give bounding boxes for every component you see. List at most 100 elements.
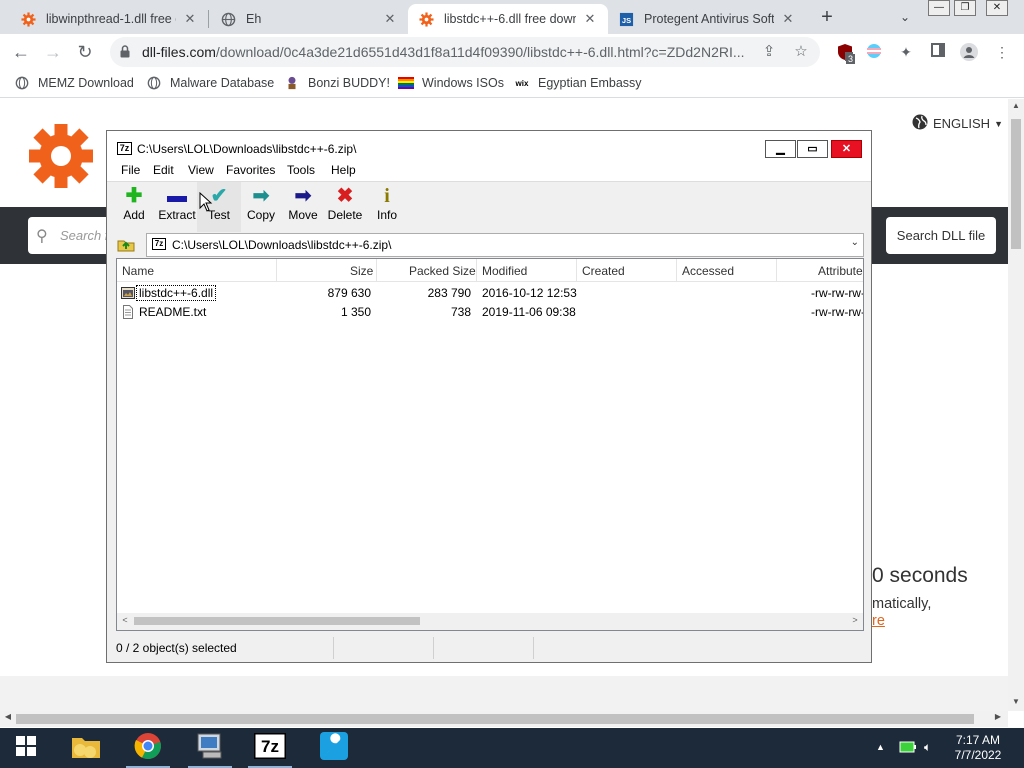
column-packed-size[interactable]: Packed Size (409, 264, 476, 278)
bookmark-memz[interactable]: MEMZ Download (14, 75, 134, 91)
chrome-icon (134, 732, 162, 765)
search-dll-button[interactable]: Search DLL file (886, 217, 996, 254)
file-list[interactable]: Name Size Packed Size Modified Created A… (116, 258, 864, 631)
tab-close-icon[interactable]: ✕ (382, 11, 398, 27)
scroll-thumb[interactable] (16, 714, 974, 724)
bookmark-malware-database[interactable]: Malware Database (146, 75, 274, 91)
close-icon[interactable]: ✕ (831, 140, 862, 158)
scroll-thumb[interactable] (1011, 119, 1021, 249)
column-size[interactable]: Size (350, 264, 373, 278)
menu-edit[interactable]: Edit (153, 163, 174, 177)
add-button[interactable]: ✚ Add (112, 182, 156, 232)
delete-button[interactable]: ✖ Delete (323, 182, 367, 232)
column-divider[interactable] (576, 259, 577, 282)
tray-overflow-chevron-icon[interactable]: ▲ (876, 742, 885, 752)
bookmark-star-icon[interactable]: ☆ (792, 43, 810, 61)
table-row[interactable]: libstdc++-6.dll 879 630 283 790 2016-10-… (117, 284, 863, 303)
folder-up-icon[interactable] (117, 236, 135, 254)
lock-icon[interactable] (120, 45, 130, 58)
share-icon[interactable]: ⇪ (760, 43, 778, 61)
new-tab-button[interactable]: + (816, 6, 838, 28)
tab-close-icon[interactable]: ✕ (182, 11, 198, 27)
tab-protegent[interactable]: JS Protegent Antivirus Softw ✕ (608, 4, 806, 34)
taskbar-computer[interactable] (180, 728, 240, 768)
tab-libstdc-active[interactable]: libstdc++-6.dll free down ✕ (408, 4, 608, 34)
tab-divider (208, 10, 209, 28)
menu-help[interactable]: Help (331, 163, 356, 177)
scroll-up-icon[interactable]: ▲ (1008, 101, 1024, 110)
table-row[interactable]: README.txt 1 350 738 2019-11-06 09:38 -r… (117, 303, 863, 322)
tab-close-icon[interactable]: ✕ (582, 11, 598, 27)
trans-flag-extension-icon[interactable] (865, 43, 883, 61)
bookmark-windows-isos[interactable]: Windows ISOs (398, 75, 504, 91)
mouse-cursor-icon (199, 191, 213, 217)
column-modified[interactable]: Modified (482, 264, 527, 278)
menu-tools[interactable]: Tools (287, 163, 315, 177)
column-divider[interactable] (676, 259, 677, 282)
column-accessed[interactable]: Accessed (682, 264, 734, 278)
page-vertical-scrollbar[interactable]: ▲ ▼ (1008, 99, 1024, 711)
bookmark-bonzi-buddy[interactable]: Bonzi BUDDY! (284, 75, 390, 91)
address-bar[interactable]: dll-files.com/download/0c4a3de21d6551d43… (110, 37, 820, 67)
column-name[interactable]: Name (122, 264, 154, 278)
column-created[interactable]: Created (582, 264, 625, 278)
column-divider[interactable] (276, 259, 277, 282)
column-divider[interactable] (476, 259, 477, 282)
page-horizontal-scrollbar[interactable]: ◀ ▶ (0, 711, 1008, 727)
chevron-down-icon[interactable]: ⌄ (851, 237, 859, 248)
path-combobox[interactable]: 7z C:\Users\LOL\Downloads\libstdc++-6.zi… (146, 233, 864, 257)
minimize-icon[interactable]: ▁ (765, 140, 796, 158)
scroll-left-icon[interactable]: < (117, 615, 133, 625)
taskbar-tools[interactable] (304, 728, 364, 768)
dll-files-logo[interactable] (26, 121, 96, 191)
tab-title: Protegent Antivirus Softw (644, 12, 774, 26)
maximize-icon[interactable]: ▭ (797, 140, 828, 158)
text-file-icon (121, 305, 135, 319)
scroll-thumb[interactable] (134, 617, 420, 625)
caret-down-icon: ▼ (994, 118, 1003, 129)
file-list-horizontal-scrollbar[interactable]: < > (117, 613, 863, 630)
copy-button[interactable]: ➡ Copy (239, 182, 283, 232)
auto-download-text: matically, (872, 596, 932, 612)
column-divider[interactable] (376, 259, 377, 282)
move-button[interactable]: ➡ Move (281, 182, 325, 232)
column-attributes[interactable]: Attributes (818, 264, 863, 278)
file-name: README.txt (139, 305, 207, 319)
tab-search-chevron-icon[interactable]: ⌄ (894, 6, 916, 28)
menu-file[interactable]: File (121, 163, 140, 177)
reload-icon[interactable]: ↻ (74, 41, 96, 63)
url-text[interactable]: dll-files.com/download/0c4a3de21d6551d43… (142, 44, 762, 60)
click-here-link[interactable]: re (872, 613, 885, 629)
side-panel-icon[interactable] (929, 43, 947, 61)
close-icon[interactable]: ✕ (986, 0, 1008, 16)
tab-libwinpthread[interactable]: libwinpthread-1.dll free d ✕ (10, 4, 208, 34)
language-selector[interactable]: ENGLISH ▼ (912, 114, 1003, 133)
forward-arrow-icon[interactable]: → (42, 41, 64, 63)
minimize-icon[interactable]: — (928, 0, 950, 16)
system-clock[interactable]: 7:17 AM 7/7/2022 (948, 733, 1008, 763)
scroll-left-icon[interactable]: ◀ (0, 712, 16, 721)
back-arrow-icon[interactable]: ← (10, 41, 32, 63)
restore-icon[interactable]: ❐ (954, 0, 976, 16)
taskbar-file-explorer[interactable] (56, 728, 116, 768)
column-divider[interactable] (776, 259, 777, 282)
profile-avatar-icon[interactable] (960, 43, 978, 61)
scroll-right-icon[interactable]: ▶ (990, 712, 1006, 721)
bookmark-egyptian-embassy[interactable]: wix Egyptian Embassy (514, 75, 642, 91)
taskbar-chrome[interactable] (118, 728, 178, 768)
menu-kebab-icon[interactable]: ⋮ (993, 43, 1011, 61)
battery-network-icon[interactable] (899, 740, 917, 757)
menu-favorites[interactable]: Favorites (226, 163, 275, 177)
taskbar-7zip[interactable]: 7z (240, 728, 300, 768)
tab-eh[interactable]: Eh ✕ (210, 4, 408, 34)
tab-close-icon[interactable]: ✕ (780, 11, 796, 27)
scroll-down-icon[interactable]: ▼ (1008, 697, 1024, 706)
dll-search-input[interactable]: ⚲ Search f (28, 217, 118, 254)
volume-icon[interactable]: 🔈︎ (924, 740, 931, 755)
scroll-right-icon[interactable]: > (847, 615, 863, 625)
extract-button[interactable]: ▬ Extract (155, 182, 199, 232)
menu-view[interactable]: View (188, 163, 214, 177)
info-button[interactable]: i Info (365, 182, 409, 232)
start-button[interactable] (0, 728, 52, 768)
extensions-puzzle-icon[interactable]: ✦ (897, 43, 915, 61)
